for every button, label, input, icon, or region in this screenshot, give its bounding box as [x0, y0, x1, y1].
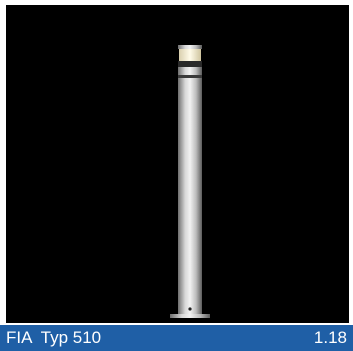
bollard-light-icon: [170, 45, 210, 318]
caption-bar: FIA Typ 510 1.18: [0, 325, 353, 351]
pole-shaft: [178, 78, 202, 314]
lamp-cap: [178, 45, 202, 49]
lamp-collar: [178, 67, 202, 75]
pole-base-plate: [170, 314, 210, 318]
lamp-band: [178, 61, 202, 67]
pole-screw: [188, 307, 192, 311]
lamp-glass: [179, 49, 201, 61]
product-preview-frame: FIA Typ 510 1.18: [0, 0, 353, 351]
pole-ring: [178, 75, 202, 78]
product-code: 1.18: [313, 328, 347, 347]
product-image-viewport: [6, 5, 349, 323]
product-name: FIA Typ 510: [6, 328, 102, 347]
